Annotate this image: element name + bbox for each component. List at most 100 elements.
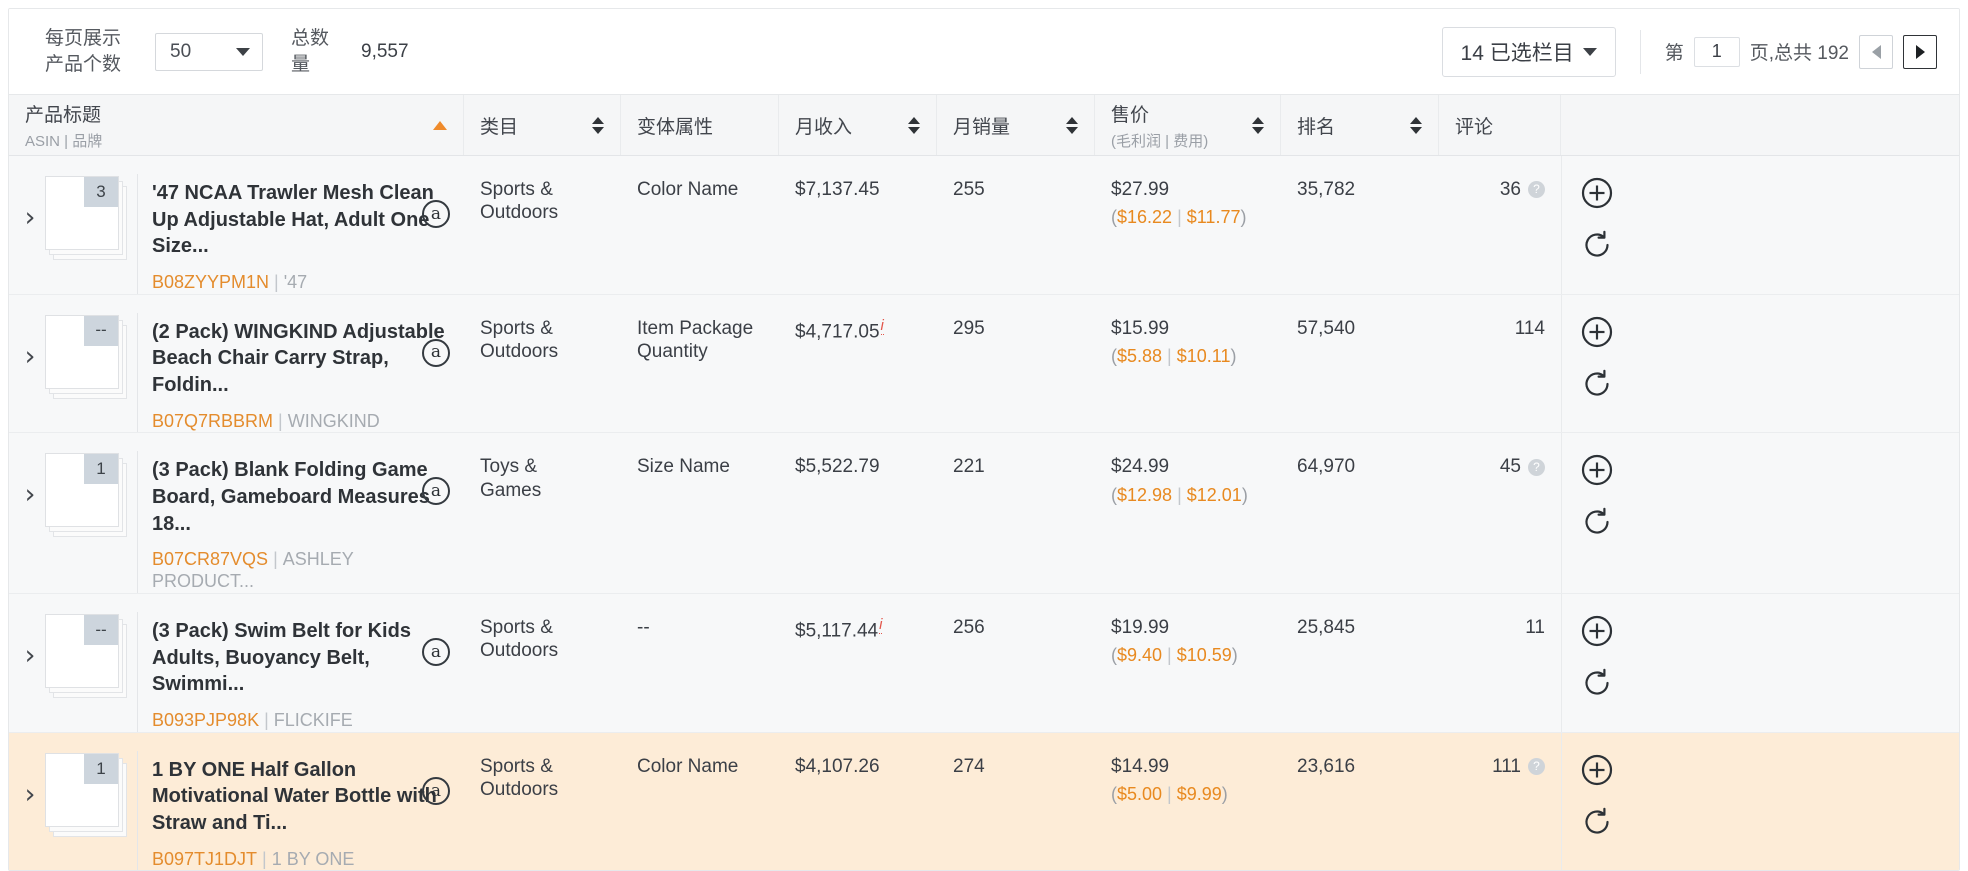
toolbar-right-group: 14 已选栏目 第 页,总共 192 [1441, 26, 1937, 77]
help-icon[interactable]: ? [1528, 458, 1545, 476]
per-page-value: 50 [170, 40, 192, 62]
amazon-icon[interactable]: a [422, 776, 450, 805]
product-fees: $10.11 [1176, 345, 1231, 366]
sort-ascending-icon[interactable] [433, 120, 447, 130]
column-header-reviews[interactable]: 评论 [1439, 95, 1561, 155]
help-icon[interactable]: ? [1528, 181, 1545, 199]
refresh-icon[interactable] [1580, 367, 1614, 401]
column-header-category[interactable]: 类目 [464, 95, 621, 155]
product-asin[interactable]: B07Q7RBBRM [152, 411, 273, 431]
column-header-rank[interactable]: 排名 [1281, 95, 1439, 155]
page-number-input[interactable] [1693, 36, 1740, 67]
product-thumbnail[interactable]: -- [45, 614, 119, 689]
product-margin-fees: ($12.98 | $12.01) [1111, 484, 1248, 505]
product-table: 产品标题 ASIN | 品牌 类目 变体属性 月收入 月销量 售价 (毛利润 |… [9, 94, 1959, 870]
product-asin[interactable]: B08ZYYPM1N [152, 272, 269, 292]
product-title[interactable]: (2 Pack) WINGKIND Adjustable Beach Chair… [152, 319, 454, 399]
refresh-icon[interactable] [1580, 228, 1614, 262]
product-category: Sports & Outdoors [480, 179, 559, 224]
expand-row-icon[interactable]: › [15, 751, 45, 808]
sort-toggle-icon[interactable] [908, 116, 920, 134]
column-header-price-label: 售价 [1111, 104, 1150, 126]
add-to-list-icon[interactable] [1580, 176, 1614, 210]
column-header-title[interactable]: 产品标题 ASIN | 品牌 [9, 95, 464, 155]
column-header-actions [1561, 95, 1631, 155]
product-title[interactable]: '47 NCAA Trawler Mesh Clean Up Adjustabl… [152, 180, 454, 260]
table-row[interactable]: › 1 1 BY ONE Half Gallon Motivational Wa… [9, 732, 1959, 870]
total-count-label: 总数量 [291, 27, 330, 75]
column-header-revenue[interactable]: 月收入 [779, 95, 937, 155]
sort-toggle-icon[interactable] [592, 116, 604, 134]
table-row[interactable]: › -- (2 Pack) WINGKIND Adjustable Beach … [9, 294, 1959, 434]
product-monthly-sales: 295 [953, 317, 985, 339]
amazon-icon[interactable]: a [422, 338, 450, 367]
product-price-cell: $27.99 ($16.22 | $11.77) [1095, 156, 1281, 294]
sort-toggle-icon[interactable] [1410, 116, 1422, 134]
expand-row-icon[interactable]: › [15, 612, 45, 669]
column-header-sales[interactable]: 月销量 [937, 95, 1095, 155]
column-selector-button[interactable]: 14 已选栏目 [1441, 26, 1616, 77]
product-rank: 57,540 [1297, 317, 1356, 339]
product-reviews: 45? [1439, 433, 1561, 593]
column-selector-label: 14 已选栏目 [1460, 41, 1574, 65]
product-meta: B08ZYYPM1N | '47 [152, 272, 454, 294]
per-page-select[interactable]: 50 [155, 32, 263, 71]
help-icon[interactable]: ? [1528, 758, 1545, 776]
refresh-icon[interactable] [1580, 805, 1614, 839]
sort-toggle-icon[interactable] [1252, 116, 1264, 134]
product-asin[interactable]: B097TJ1DJT [152, 849, 257, 869]
prev-page-button[interactable] [1859, 34, 1893, 69]
product-title-cell: › -- (3 Pack) Swim Belt for Kids Adults,… [9, 594, 464, 732]
product-title[interactable]: (3 Pack) Swim Belt for Kids Adults, Buoy… [152, 618, 454, 698]
add-to-list-icon[interactable] [1580, 753, 1614, 787]
product-variation: Size Name [637, 456, 730, 478]
amazon-icon[interactable]: a [422, 200, 450, 228]
app-root: 每页展示产品个数 50 总数量 9,557 14 已选栏目 第 页,总共 192 [0, 0, 1968, 871]
column-header-price[interactable]: 售价 (毛利润 | 费用) [1095, 95, 1281, 155]
next-page-button[interactable] [1903, 34, 1937, 69]
page-suffix-label: 页,总共 192 [1749, 43, 1849, 64]
sort-down-icon [1066, 126, 1078, 134]
info-icon[interactable]: i [879, 616, 883, 635]
product-title[interactable]: (3 Pack) Blank Folding Game Board, Gameb… [152, 457, 454, 537]
add-to-list-icon[interactable] [1580, 315, 1614, 349]
toolbar-divider [1639, 29, 1641, 74]
amazon-icon[interactable]: a [422, 638, 450, 667]
product-asin[interactable]: B07CR87VQS [152, 549, 268, 569]
row-actions-cell [1561, 294, 1631, 433]
expand-row-icon[interactable]: › [15, 451, 45, 508]
product-gross-margin: $5.00 [1117, 784, 1163, 805]
vertical-scrollbar[interactable] [1953, 9, 1959, 870]
product-thumbnail[interactable]: 1 [45, 752, 119, 827]
product-monthly-revenue: $5,522.79 [795, 456, 880, 478]
product-margin-fees: ($5.88 | $10.11) [1111, 345, 1237, 366]
info-icon[interactable]: i [880, 316, 884, 335]
product-monthly-sales: 256 [953, 617, 985, 639]
sort-up-icon [1066, 116, 1078, 124]
product-thumbnail[interactable]: 3 [45, 176, 119, 250]
add-to-list-icon[interactable] [1580, 453, 1614, 487]
pagination: 第 页,总共 192 [1665, 34, 1937, 69]
refresh-icon[interactable] [1580, 505, 1614, 539]
product-gross-margin: $9.40 [1117, 645, 1163, 666]
table-row[interactable]: › 3 '47 NCAA Trawler Mesh Clean Up Adjus… [9, 156, 1959, 295]
add-to-list-icon[interactable] [1580, 614, 1614, 648]
product-title-cell: › -- (2 Pack) WINGKIND Adjustable Beach … [9, 295, 464, 433]
table-row[interactable]: › 1 (3 Pack) Blank Folding Game Board, G… [9, 433, 1959, 595]
expand-row-icon[interactable]: › [15, 174, 45, 231]
refresh-icon[interactable] [1580, 666, 1614, 700]
product-asin[interactable]: B093PJP98K [152, 710, 259, 730]
product-gross-margin: $12.98 [1117, 484, 1173, 505]
product-thumbnail[interactable]: -- [45, 314, 119, 389]
table-row[interactable]: › -- (3 Pack) Swim Belt for Kids Adults,… [9, 594, 1959, 733]
product-title[interactable]: 1 BY ONE Half Gallon Motivational Water … [152, 757, 454, 837]
product-rank: 23,616 [1297, 755, 1356, 777]
column-header-price-sub: (毛利润 | 费用) [1111, 132, 1209, 150]
row-actions-cell [1561, 156, 1631, 294]
sort-toggle-icon[interactable] [1066, 116, 1078, 134]
column-header-variation[interactable]: 变体属性 [621, 95, 779, 155]
expand-row-icon[interactable]: › [15, 313, 45, 370]
sort-down-icon [592, 126, 604, 134]
product-thumbnail[interactable]: 1 [45, 453, 119, 528]
product-fees: $9.99 [1176, 784, 1222, 805]
